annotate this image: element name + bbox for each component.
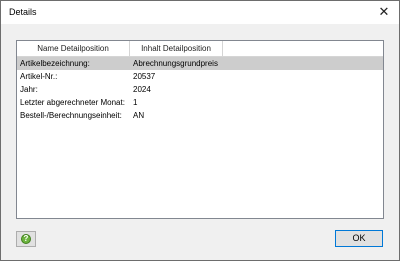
table-row[interactable]: Letzter abgerechneter Monat: 1 xyxy=(17,96,383,109)
help-icon: ? xyxy=(21,234,31,244)
row-value: 2024 xyxy=(133,85,151,94)
row-name: Jahr: xyxy=(20,85,38,94)
row-value: AN xyxy=(133,111,145,120)
table-row[interactable]: Artikel-Nr.: 20537 xyxy=(17,70,383,83)
table-row[interactable]: Bestell-/Berechnungseinheit: AN xyxy=(17,109,383,122)
row-name: Artikelbezeichnung: xyxy=(20,59,90,68)
list-header: Name Detailposition Inhalt Detailpositio… xyxy=(17,41,383,57)
column-header-value[interactable]: Inhalt Detailposition xyxy=(130,41,223,56)
row-name: Letzter abgerechneter Monat: xyxy=(20,98,125,107)
close-icon[interactable]: ✕ xyxy=(369,1,399,24)
row-value: 20537 xyxy=(133,72,156,81)
row-name: Bestell-/Berechnungseinheit: xyxy=(20,111,122,120)
dialog-title: Details xyxy=(9,7,37,17)
row-name: Artikel-Nr.: xyxy=(20,72,58,81)
help-button[interactable]: ? xyxy=(16,231,36,247)
row-value: 1 xyxy=(133,98,138,107)
table-row[interactable]: Artikelbezeichnung: Abrechnungsgrundprei… xyxy=(17,57,383,70)
ok-button[interactable]: OK xyxy=(335,230,383,247)
list-rows: Artikelbezeichnung: Abrechnungsgrundprei… xyxy=(17,57,383,122)
detail-list[interactable]: Name Detailposition Inhalt Detailpositio… xyxy=(16,40,384,219)
column-header-name[interactable]: Name Detailposition xyxy=(17,41,130,56)
details-dialog: Details ✕ Name Detailposition Inhalt Det… xyxy=(0,0,400,261)
table-row[interactable]: Jahr: 2024 xyxy=(17,83,383,96)
row-value: Abrechnungsgrundpreis xyxy=(133,59,218,68)
title-bar: Details ✕ xyxy=(1,1,399,24)
